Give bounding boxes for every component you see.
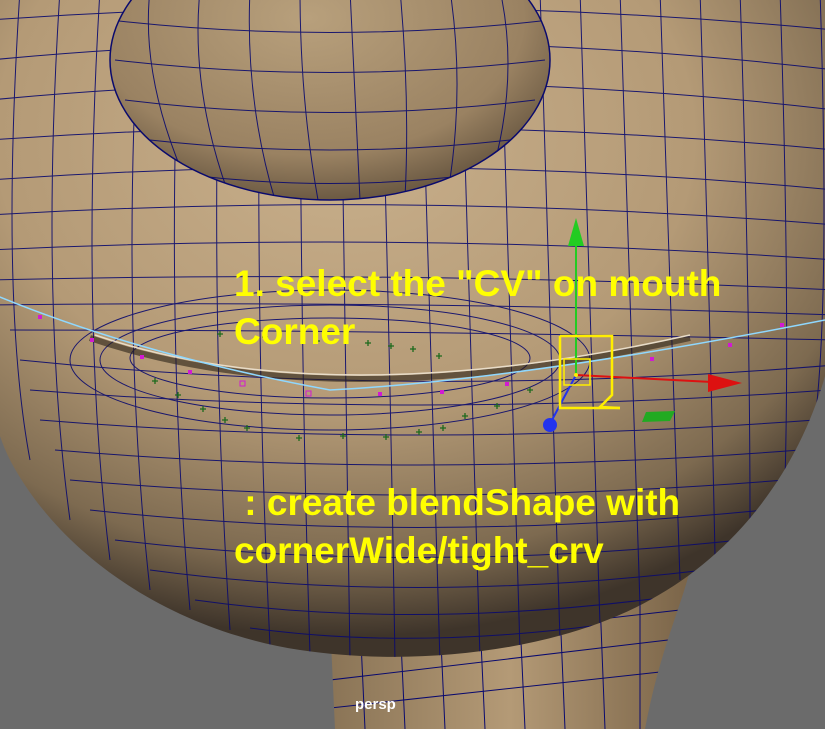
cv-point[interactable] <box>38 315 42 319</box>
cv-point[interactable] <box>650 357 654 361</box>
camera-name-label: persp <box>355 696 396 713</box>
scene-canvas[interactable] <box>0 0 825 729</box>
cv-point[interactable] <box>440 390 444 394</box>
annotation-step-1: 1. select the "CV" on mouth Corner <box>234 260 721 356</box>
cv-point[interactable] <box>188 370 192 374</box>
maya-persp-viewport[interactable]: 1. select the "CV" on mouth Corner : crea… <box>0 0 825 729</box>
annotation-step-2: : create blendShape with cornerWide/tight… <box>234 479 680 575</box>
cv-point[interactable] <box>728 343 732 347</box>
cv-point[interactable] <box>505 382 509 386</box>
annotation-step-2-line-2: cornerWide/tight_crv <box>234 530 604 571</box>
cv-point[interactable] <box>780 323 784 327</box>
annotation-step-1-line-1: 1. select the "CV" on mouth <box>234 263 722 304</box>
cv-point[interactable] <box>140 355 144 359</box>
cv-point[interactable] <box>90 338 94 342</box>
annotation-step-2-line-1: : create blendShape with <box>234 482 681 523</box>
cv-point[interactable] <box>378 392 382 396</box>
annotation-step-1-line-2: Corner <box>234 311 356 352</box>
